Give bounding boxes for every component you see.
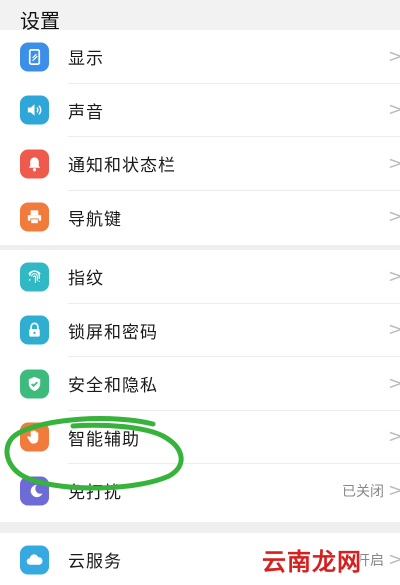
speaker-icon — [20, 95, 49, 125]
chevron-right-icon: > — [388, 45, 400, 67]
group-divider — [0, 522, 400, 533]
lock-icon — [20, 315, 49, 345]
settings-item-label: 锁屏和密码 — [68, 322, 158, 343]
chevron-right-icon: > — [388, 426, 400, 448]
hand-icon — [20, 422, 49, 452]
cloud-icon — [20, 545, 49, 575]
settings-item-label: 云服务 — [68, 552, 122, 573]
chevron-right-icon: > — [388, 319, 400, 341]
fingerprint-icon — [20, 262, 49, 292]
chevron-right-icon: > — [388, 548, 400, 570]
chevron-right-icon: > — [388, 206, 400, 228]
display-icon — [20, 42, 49, 72]
settings-item-label: 指纹 — [68, 269, 104, 290]
settings-item-label: 安全和隐私 — [68, 376, 158, 397]
settings-group-display: 显示 > 声音 > 通知和状态栏 > 导航键 > — [0, 30, 400, 244]
moon-icon — [20, 476, 49, 506]
chevron-right-icon: > — [388, 372, 400, 394]
settings-item-navigation-key[interactable]: 导航键 > — [0, 191, 400, 245]
settings-item-label: 导航键 — [68, 209, 122, 230]
settings-item-display[interactable]: 显示 > — [0, 30, 400, 84]
status-text: 已关闭 — [342, 483, 384, 500]
settings-item-label: 免打扰 — [68, 483, 122, 504]
chevron-right-icon: > — [388, 152, 400, 174]
settings-item-security-privacy[interactable]: 安全和隐私 > — [0, 357, 400, 411]
settings-item-label: 智能辅助 — [68, 429, 140, 450]
chevron-right-icon: > — [388, 99, 400, 121]
chevron-right-icon: > — [388, 479, 400, 501]
settings-item-notifications[interactable]: 通知和状态栏 > — [0, 137, 400, 191]
settings-item-sound[interactable]: 声音 > — [0, 84, 400, 138]
watermark: 云南龙网 — [262, 548, 362, 576]
settings-item-label: 通知和状态栏 — [68, 156, 176, 177]
bell-icon — [20, 149, 49, 179]
chevron-right-icon: > — [388, 265, 400, 287]
settings-item-label: 声音 — [68, 102, 104, 123]
shield-check-icon — [20, 369, 49, 399]
navigation-key-icon — [20, 202, 49, 232]
settings-group-security: 指纹 > 锁屏和密码 > 安全和隐私 > 智能辅助 > 免打扰 已关闭 > — [0, 250, 400, 518]
settings-item-fingerprint[interactable]: 指纹 > — [0, 250, 400, 304]
settings-item-smart-assist[interactable]: 智能辅助 > — [0, 411, 400, 465]
settings-item-label: 显示 — [68, 49, 104, 70]
settings-item-do-not-disturb[interactable]: 免打扰 已关闭 > — [0, 464, 400, 518]
settings-item-lock-screen[interactable]: 锁屏和密码 > — [0, 304, 400, 358]
